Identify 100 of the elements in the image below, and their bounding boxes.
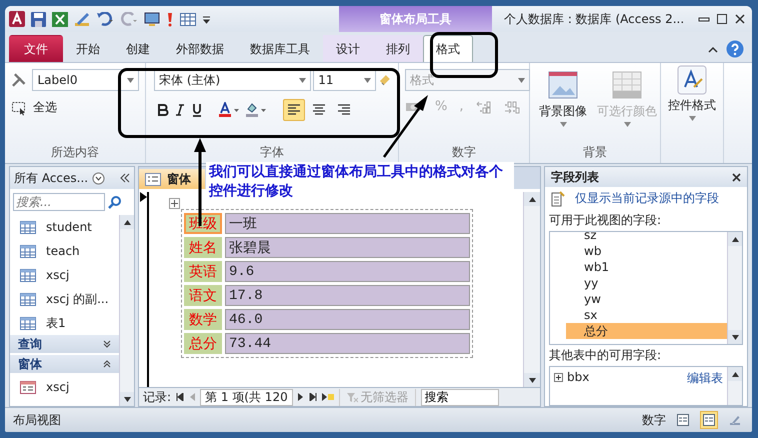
document-tab[interactable]: 窗体 [139, 169, 205, 189]
next-record-icon[interactable] [298, 393, 304, 401]
collapse-pane-icon[interactable] [120, 173, 130, 183]
background-image-button[interactable]: 背景图像 [536, 71, 590, 145]
dropdown-arrow-icon[interactable] [299, 78, 306, 82]
font-size-dropdown[interactable]: 11 [313, 69, 376, 91]
monitor-icon[interactable] [144, 12, 160, 26]
dropdown-arrow-icon[interactable] [560, 122, 566, 127]
show-fields-link[interactable]: 仅显示当前记录源中的字段 [575, 190, 719, 207]
search-icon[interactable] [108, 195, 122, 209]
scroll-up-icon[interactable] [732, 236, 738, 242]
align-left-icon[interactable] [283, 99, 305, 121]
field-item[interactable]: wb1 [566, 259, 727, 275]
grid-icon[interactable] [180, 12, 196, 26]
ribbon-tab[interactable]: 文件 [9, 35, 63, 62]
nav-item[interactable]: 表1 [10, 311, 119, 335]
scroll-down-icon[interactable] [732, 334, 738, 340]
nav-item[interactable]: xscj [10, 375, 119, 399]
search-field[interactable]: 搜索... [13, 193, 105, 211]
object-dropdown[interactable]: Label0 [32, 69, 139, 91]
group-caption: 字体 [259, 145, 285, 161]
nav-item[interactable]: student [10, 215, 119, 239]
view-status: 布局视图 [13, 412, 61, 428]
text-box[interactable]: 73.44 [225, 333, 470, 354]
section-label: 其他表中的可用字段: [548, 347, 662, 364]
ribbon-tab[interactable]: 创建 [113, 35, 163, 62]
view-button[interactable] [700, 411, 718, 429]
text-box[interactable]: 一班 [225, 213, 470, 234]
scrollbar[interactable] [523, 192, 540, 387]
record-position-field[interactable]: 第 1 项(共 120 [200, 388, 293, 406]
search-field[interactable]: 搜索 [420, 388, 499, 406]
font-dropdown[interactable]: 宋体 (主体) [154, 69, 312, 91]
text-box[interactable]: 张碧晨 [225, 237, 470, 258]
dropdown-arrow-icon[interactable] [364, 78, 372, 82]
table-name[interactable]: bbx [567, 370, 590, 384]
expand-icon[interactable] [554, 372, 563, 382]
font-color-icon[interactable] [218, 102, 242, 118]
field-item[interactable]: sz [566, 227, 727, 243]
field-item[interactable]: yy [566, 275, 727, 291]
field-item[interactable]: yw [566, 291, 727, 307]
view-button[interactable] [674, 411, 692, 429]
edit-table-link[interactable]: 编辑表 [687, 370, 723, 387]
nav-item[interactable]: xscj [10, 263, 119, 287]
exclamation-icon[interactable] [166, 12, 174, 26]
text-box[interactable]: 17.8 [225, 285, 470, 306]
form-view-icon [677, 414, 689, 426]
move-handle-icon[interactable] [169, 198, 180, 209]
ribbon-tab[interactable]: 开始 [63, 35, 113, 62]
italic-icon[interactable] [173, 103, 187, 117]
spreadsheet-icon[interactable] [52, 12, 68, 26]
dropdown-arrow-icon[interactable] [518, 78, 525, 82]
text-box[interactable]: 46.0 [225, 309, 470, 330]
field-item[interactable]: sx [566, 307, 727, 323]
close-icon[interactable] [734, 13, 746, 25]
dropdown-icon[interactable] [92, 172, 106, 184]
document-icon [551, 190, 565, 206]
dropdown-arrow-icon[interactable] [688, 116, 696, 121]
ribbon-tab[interactable]: 设计 [323, 35, 373, 62]
scrollbar[interactable] [727, 232, 742, 344]
last-record-icon[interactable] [308, 393, 317, 401]
undo-icon[interactable] [96, 12, 114, 26]
close-icon[interactable] [732, 172, 741, 182]
field-item[interactable]: 总分 [566, 323, 727, 339]
maximize-icon[interactable] [716, 13, 728, 25]
num-lock-indicator: 数字 [642, 412, 666, 428]
save-icon[interactable] [31, 12, 46, 26]
scrollbar[interactable] [119, 215, 134, 406]
ribbon-tab[interactable]: 外部数据 [163, 35, 237, 62]
scroll-up-icon[interactable] [528, 196, 536, 202]
nav-group-header[interactable]: 查询 [10, 335, 119, 353]
collapse-ribbon-icon[interactable] [708, 46, 718, 54]
help-icon[interactable] [726, 40, 744, 58]
scroll-down-icon[interactable] [528, 378, 536, 382]
picture-icon [548, 71, 578, 101]
grid-icon [612, 71, 642, 101]
new-record-icon[interactable] [322, 393, 334, 401]
first-record-icon[interactable] [176, 393, 184, 401]
group-caption: 数字 [451, 145, 477, 161]
arrow [382, 95, 428, 158]
scroll-up-icon[interactable] [732, 372, 738, 376]
underline-icon[interactable] [190, 103, 204, 117]
nav-group-header[interactable]: 窗体 [10, 355, 119, 373]
scroll-up-icon[interactable] [124, 220, 130, 224]
ruler-pencil-icon[interactable] [74, 12, 90, 26]
fill-color-icon[interactable] [245, 102, 269, 118]
nav-item[interactable]: xscj 的副... [10, 287, 119, 311]
field-item[interactable]: wb [566, 243, 727, 259]
control-formatting-button[interactable]: 控件格式 [667, 65, 717, 121]
nav-item[interactable]: teach [10, 239, 119, 263]
contextual-tab-group: 窗体布局工具 [339, 6, 492, 32]
pane-title: 字段列表 [551, 168, 599, 186]
ribbon-tab[interactable]: 格式 [423, 35, 473, 62]
scrollbar[interactable] [727, 367, 742, 405]
ribbon-tab[interactable]: 排列 [373, 35, 423, 62]
select-all-button[interactable]: 全选 [33, 99, 57, 116]
dropdown-arrow-icon[interactable] [127, 78, 134, 82]
bold-icon[interactable] [156, 103, 170, 117]
scroll-down-icon[interactable] [124, 396, 130, 402]
ribbon-tab[interactable]: 数据库工具 [237, 35, 323, 62]
text-box[interactable]: 9.6 [225, 261, 470, 282]
